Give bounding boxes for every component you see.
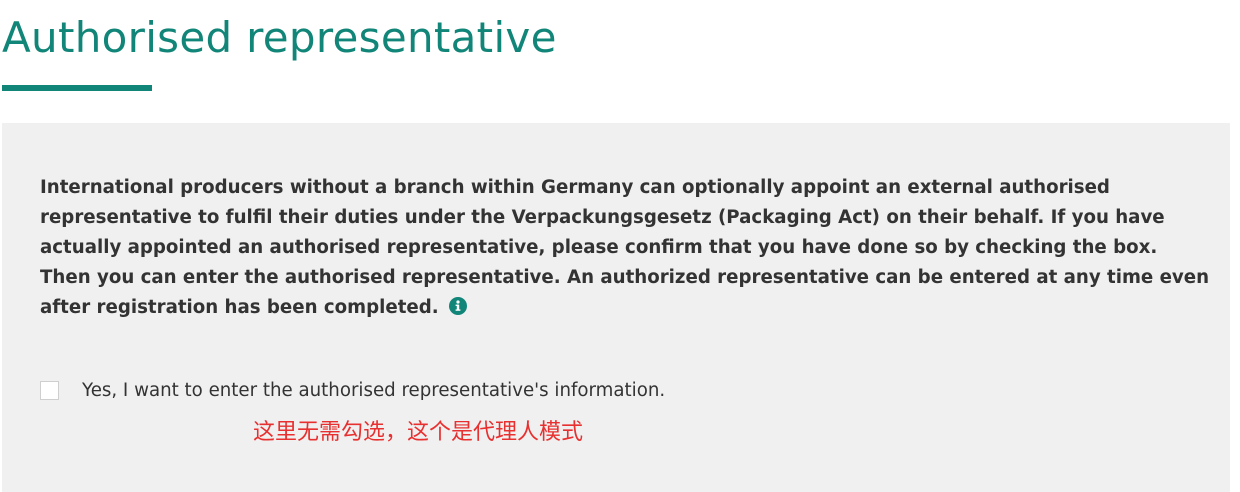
description: International producers without a branch… [40,173,1210,323]
checkbox-label[interactable]: Yes, I want to enter the authorised repr… [82,380,665,401]
page-title: Authorised representative [2,13,557,62]
annotation-note: 这里无需勾选，这个是代理人模式 [253,420,584,445]
description-text: International producers without a branch… [40,177,1210,318]
authorised-representative-panel: International producers without a branch… [2,123,1230,492]
authorised-representative-checkbox[interactable] [40,380,59,400]
title-underline [2,85,152,91]
info-icon[interactable] [448,295,467,315]
authorised-representative-checkbox-row: Yes, I want to enter the authorised repr… [40,377,665,403]
